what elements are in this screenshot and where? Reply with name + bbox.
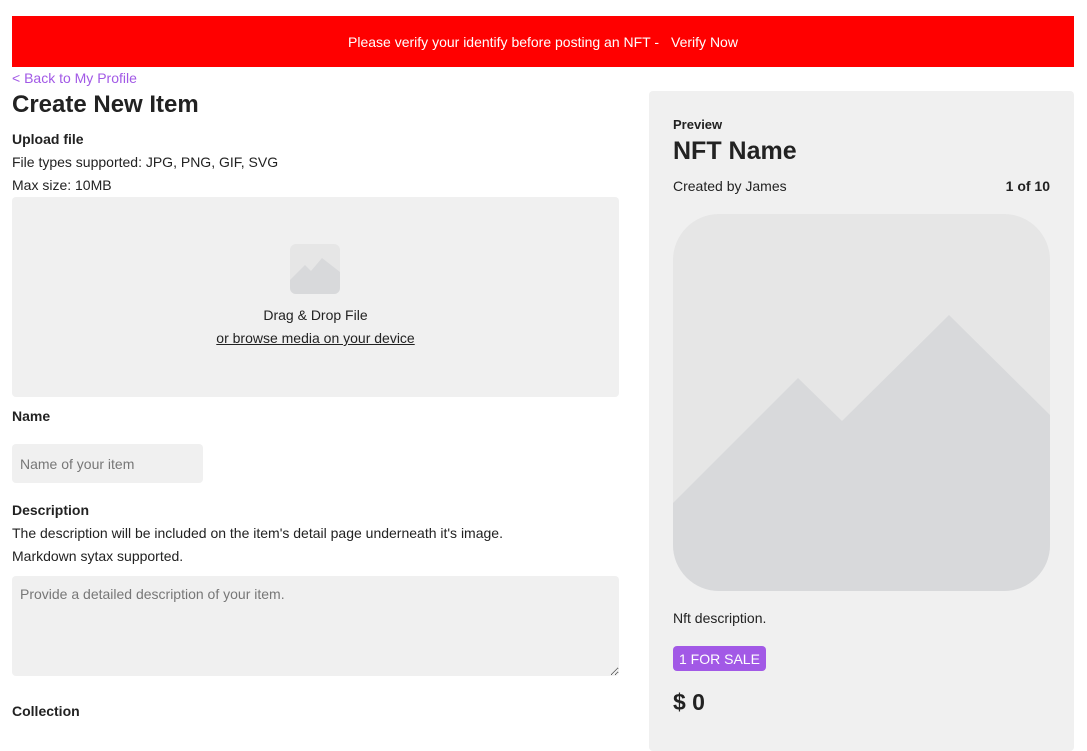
preview-label: Preview xyxy=(673,117,723,132)
preview-edition-count: 1 of 10 xyxy=(1005,178,1050,194)
description-textarea[interactable] xyxy=(12,576,619,676)
name-label: Name xyxy=(12,408,51,424)
image-placeholder-icon xyxy=(673,315,1050,591)
description-help-line-1: The description will be included on the … xyxy=(12,525,503,541)
verify-banner-message: Please verify your identify before posti… xyxy=(348,33,660,50)
browse-media-label: or browse media on your device xyxy=(216,330,415,346)
verify-now-link[interactable]: Verify Now xyxy=(671,34,738,50)
collection-label: Collection xyxy=(12,703,80,719)
preview-description: Nft description. xyxy=(673,610,767,626)
page-title: Create New Item xyxy=(12,91,199,118)
description-label: Description xyxy=(12,502,90,518)
preview-card: Preview NFT Name Created by James 1 of 1… xyxy=(649,91,1074,751)
name-input[interactable] xyxy=(12,444,203,483)
back-to-profile-link[interactable]: < Back to My Profile xyxy=(12,70,137,86)
description-help-line-2: Markdown sytax supported. xyxy=(12,548,184,564)
upload-file-types: File types supported: JPG, PNG, GIF, SVG xyxy=(12,154,279,170)
upload-max-size: Max size: 10MB xyxy=(12,177,112,193)
upload-dropzone[interactable]: Drag & Drop File or browse media on your… xyxy=(12,197,619,397)
upload-file-label: Upload file xyxy=(12,131,84,147)
verify-banner: Please verify your identify before posti… xyxy=(12,16,1074,67)
preview-nft-name: NFT Name xyxy=(673,137,797,165)
preview-image-placeholder xyxy=(673,214,1050,591)
preview-price: $ 0 xyxy=(673,689,705,715)
for-sale-badge: 1 FOR SALE xyxy=(673,646,766,671)
browse-media-link[interactable]: or browse media on your device xyxy=(12,330,619,346)
image-placeholder-icon xyxy=(290,244,340,294)
drag-drop-label: Drag & Drop File xyxy=(263,307,368,323)
preview-creator: Created by James xyxy=(673,178,787,194)
